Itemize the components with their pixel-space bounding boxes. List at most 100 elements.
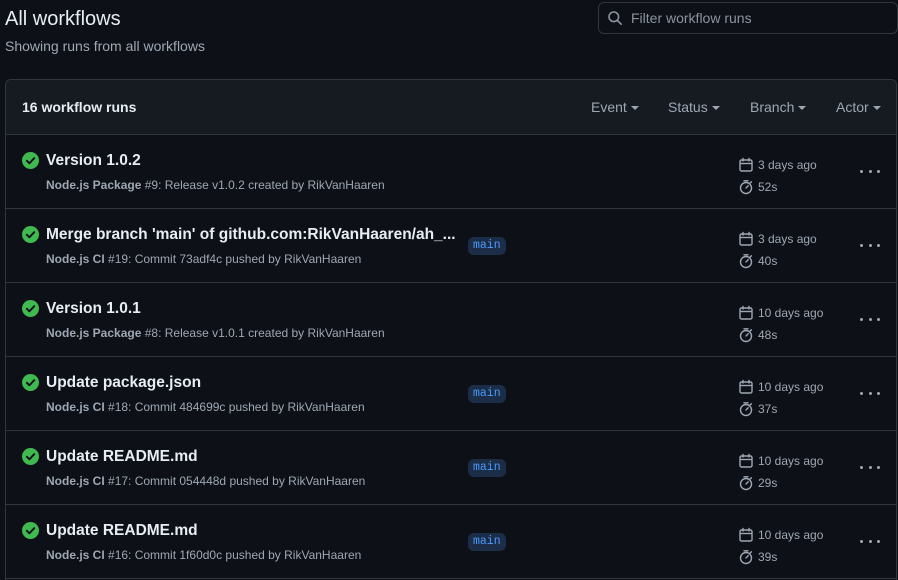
run-timing: 10 days ago 29s xyxy=(738,451,823,493)
workflow-run-row[interactable]: Update README.md Node.js CI #17: Commit … xyxy=(6,431,896,505)
branch-badge[interactable]: main xyxy=(468,385,506,403)
run-meta: Node.js CI #18: Commit 484699c pushed by… xyxy=(46,400,365,414)
run-date: 10 days ago xyxy=(738,451,823,471)
stopwatch-icon xyxy=(739,254,753,269)
run-workflow-name: Node.js Package xyxy=(46,178,142,192)
filter-label: Actor xyxy=(836,99,869,115)
run-date: 3 days ago xyxy=(738,155,817,175)
calendar-icon xyxy=(739,527,753,542)
run-detail: #19: Commit 73adf4c pushed by RikVanHaar… xyxy=(108,252,362,266)
filter-event-dropdown[interactable]: Event xyxy=(591,99,639,115)
run-title-link[interactable]: Merge branch 'main' of github.com:RikVan… xyxy=(46,226,456,244)
kebab-more-icon[interactable] xyxy=(856,531,884,551)
branch-badge[interactable]: main xyxy=(468,533,506,551)
workflow-runs-list: 16 workflow runs Event Status Branch Act… xyxy=(5,79,897,580)
caret-down-icon xyxy=(630,106,639,110)
filter-label: Event xyxy=(591,99,627,115)
run-meta: Node.js Package #8: Release v1.0.1 creat… xyxy=(46,326,385,340)
calendar-icon xyxy=(739,231,753,246)
branch-badge[interactable]: main xyxy=(468,459,506,477)
run-title-link[interactable]: Update README.md xyxy=(46,522,198,540)
run-timing: 3 days ago 40s xyxy=(738,229,817,271)
run-when: 3 days ago xyxy=(758,232,817,246)
workflow-run-row[interactable]: Version 1.0.1 Node.js Package #8: Releas… xyxy=(6,283,896,357)
run-workflow-name: Node.js CI xyxy=(46,474,105,488)
run-duration-value: 29s xyxy=(758,476,778,490)
run-meta: Node.js CI #16: Commit 1f60d0c pushed by… xyxy=(46,548,361,562)
filter-workflow-runs-input[interactable] xyxy=(631,10,881,26)
success-check-icon xyxy=(22,152,39,169)
run-detail: #16: Commit 1f60d0c pushed by RikVanHaar… xyxy=(108,548,362,562)
run-title-link[interactable]: Version 1.0.1 xyxy=(46,300,141,318)
workflow-run-row[interactable]: Update README.md Node.js CI #16: Commit … xyxy=(6,505,896,579)
caret-down-icon xyxy=(711,106,720,110)
run-title-link[interactable]: Update README.md xyxy=(46,448,198,466)
run-title-link[interactable]: Update package.json xyxy=(46,374,201,392)
calendar-icon xyxy=(739,305,753,320)
run-date: 10 days ago xyxy=(738,525,823,545)
run-date: 10 days ago xyxy=(738,303,823,323)
kebab-more-icon[interactable] xyxy=(856,235,884,255)
filter-status-dropdown[interactable]: Status xyxy=(668,99,720,115)
run-when: 10 days ago xyxy=(758,380,824,394)
run-workflow-name: Node.js CI xyxy=(46,548,105,562)
run-duration-value: 40s xyxy=(758,254,778,268)
run-workflow-name: Node.js CI xyxy=(46,400,105,414)
run-workflow-name: Node.js Package xyxy=(46,326,142,340)
calendar-icon xyxy=(739,157,753,172)
run-duration-value: 48s xyxy=(758,328,778,342)
filter-search-box[interactable] xyxy=(598,2,898,34)
caret-down-icon xyxy=(872,106,881,110)
run-when: 3 days ago xyxy=(758,158,817,172)
run-meta: Node.js Package #9: Release v1.0.2 creat… xyxy=(46,178,385,192)
branch-badge[interactable]: main xyxy=(468,237,506,255)
success-check-icon xyxy=(22,374,39,391)
run-meta: Node.js CI #19: Commit 73adf4c pushed by… xyxy=(46,252,361,266)
workflow-run-row[interactable]: Version 1.0.2 Node.js Package #9: Releas… xyxy=(6,135,896,209)
run-when: 10 days ago xyxy=(758,306,824,320)
run-duration-value: 52s xyxy=(758,180,778,194)
run-when: 10 days ago xyxy=(758,454,824,468)
run-date: 3 days ago xyxy=(738,229,817,249)
runs-count: 16 workflow runs xyxy=(22,99,137,115)
success-check-icon xyxy=(22,522,39,539)
success-check-icon xyxy=(22,300,39,317)
run-duration: 40s xyxy=(738,251,817,271)
run-duration: 52s xyxy=(738,177,817,197)
runs-list-header: 16 workflow runs Event Status Branch Act… xyxy=(6,80,896,135)
run-timing: 10 days ago 48s xyxy=(738,303,823,345)
kebab-more-icon[interactable] xyxy=(856,457,884,477)
filter-label: Branch xyxy=(750,99,795,115)
run-title-link[interactable]: Version 1.0.2 xyxy=(46,152,141,170)
run-detail: #8: Release v1.0.1 created by RikVanHaar… xyxy=(144,326,385,340)
search-icon xyxy=(608,11,622,25)
run-meta: Node.js CI #17: Commit 054448d pushed by… xyxy=(46,474,365,488)
calendar-icon xyxy=(739,379,753,394)
run-duration-value: 37s xyxy=(758,402,778,416)
run-duration: 48s xyxy=(738,325,823,345)
run-date: 10 days ago xyxy=(738,377,823,397)
workflow-run-row[interactable]: Merge branch 'main' of github.com:RikVan… xyxy=(6,209,896,283)
workflow-run-row[interactable]: Update package.json Node.js CI #18: Comm… xyxy=(6,357,896,431)
run-timing: 10 days ago 39s xyxy=(738,525,823,567)
filter-actor-dropdown[interactable]: Actor xyxy=(836,99,881,115)
run-when: 10 days ago xyxy=(758,528,824,542)
kebab-more-icon[interactable] xyxy=(856,383,884,403)
filter-label: Status xyxy=(668,99,708,115)
stopwatch-icon xyxy=(739,402,753,417)
caret-down-icon xyxy=(798,106,807,110)
run-duration-value: 39s xyxy=(758,550,778,564)
kebab-more-icon[interactable] xyxy=(856,161,884,181)
run-workflow-name: Node.js CI xyxy=(46,252,105,266)
success-check-icon xyxy=(22,448,39,465)
run-duration: 29s xyxy=(738,473,823,493)
stopwatch-icon xyxy=(739,550,753,565)
stopwatch-icon xyxy=(739,476,753,491)
filter-branch-dropdown[interactable]: Branch xyxy=(750,99,807,115)
page-title: All workflows xyxy=(5,8,121,30)
run-duration: 39s xyxy=(738,547,823,567)
success-check-icon xyxy=(22,226,39,243)
kebab-more-icon[interactable] xyxy=(856,309,884,329)
run-timing: 10 days ago 37s xyxy=(738,377,823,419)
run-duration: 37s xyxy=(738,399,823,419)
